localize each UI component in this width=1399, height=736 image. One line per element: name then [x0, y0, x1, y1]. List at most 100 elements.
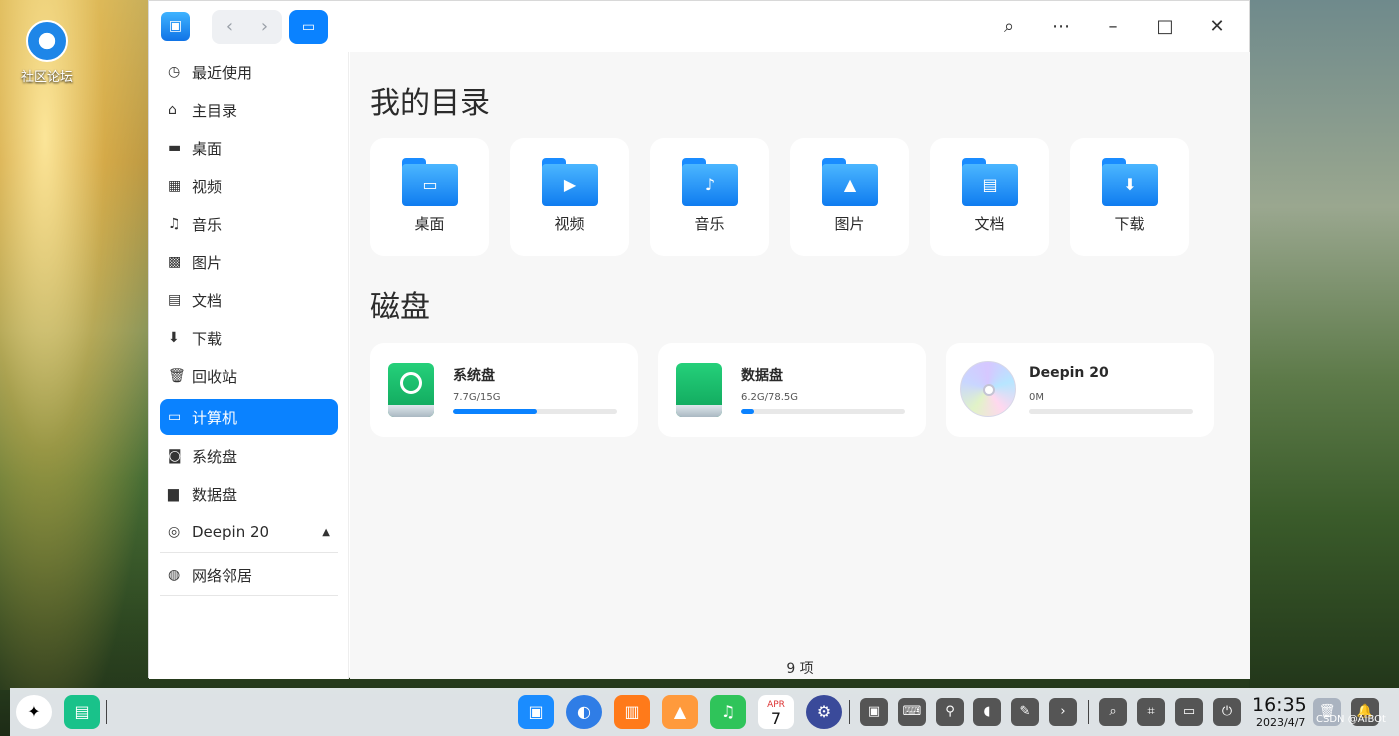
sidebar-item-label: 计算机 — [192, 408, 238, 427]
maximize-icon[interactable]: □ — [1143, 9, 1187, 45]
eject-icon[interactable]: ▲ — [322, 527, 330, 538]
image-viewer-icon[interactable]: ▲ — [662, 695, 698, 729]
file-manager-taskbar-icon[interactable]: ▣ — [518, 695, 554, 729]
sidebar-item-pictures[interactable]: ▩ 图片 — [160, 244, 338, 280]
sidebar-item-trash[interactable]: 🗑 回收站 — [160, 358, 338, 394]
music-icon: ♫ — [168, 216, 181, 232]
folder-pictures-icon: ▲ — [822, 158, 878, 206]
disk-usage-bar — [741, 409, 905, 414]
sidebar-divider — [160, 595, 338, 596]
download-icon: ⬇ — [168, 330, 180, 346]
more-menu-icon[interactable]: ⋯ — [1039, 9, 1083, 45]
document-icon: ▤ — [168, 292, 182, 308]
dir-card-documents[interactable]: ▤ 文档 — [930, 138, 1049, 256]
control-center-icon[interactable]: ⚙ — [806, 695, 842, 729]
main-content: 我的目录 ▭ 桌面 ▶ 视频 ♪ 音乐 ▲ 图片 ▤ 文档 ⬇ 下载 磁盘 系统… — [350, 52, 1250, 679]
expand-tray-icon[interactable]: › — [1049, 698, 1077, 726]
dir-label: 音乐 — [694, 215, 725, 233]
clock-date[interactable]: 2023/4/7 — [1256, 716, 1305, 729]
dir-label: 视频 — [554, 215, 585, 233]
sidebar-item-deepin20[interactable]: ◎ Deepin 20 ▲ — [160, 514, 338, 550]
app-store-icon[interactable]: ▥ — [614, 695, 650, 729]
data-disk-icon: ▆ — [168, 486, 179, 502]
dir-card-desktop[interactable]: ▭ 桌面 — [370, 138, 489, 256]
close-icon[interactable]: ✕ — [1195, 9, 1239, 45]
desktop-icon: ▬ — [168, 140, 182, 156]
sidebar-item-recent[interactable]: ◷ 最近使用 — [160, 54, 338, 90]
sidebar-item-label: 网络邻居 — [192, 566, 253, 585]
folder-video-icon: ▶ — [542, 158, 598, 206]
nav-group: ‹ › — [212, 10, 282, 44]
minimize-icon[interactable]: – — [1091, 9, 1135, 45]
screenshot-tray-icon[interactable]: ▣ — [860, 698, 888, 726]
folder-downloads-icon: ⬇ — [1102, 158, 1158, 206]
sidebar-item-network[interactable]: ◍ 网络邻居 — [160, 557, 338, 593]
disk-usage: 7.7G/15G — [453, 392, 501, 403]
search-icon[interactable]: ⌕ — [1099, 698, 1127, 726]
onscreen-keyboard-icon[interactable]: ▭ — [1175, 698, 1203, 726]
dir-card-pictures[interactable]: ▲ 图片 — [790, 138, 909, 256]
crop-icon[interactable]: ⌗ — [1137, 698, 1165, 726]
status-item-count: 9 项 — [786, 661, 814, 677]
disk-card-data[interactable]: 数据盘 6.2G/78.5G — [658, 343, 926, 437]
sidebar-item-label: 文档 — [192, 291, 223, 310]
sidebar-item-label: 数据盘 — [192, 485, 238, 504]
launcher-icon[interactable]: ✦ — [16, 695, 52, 729]
sidebar-item-video[interactable]: ▦ 视频 — [160, 168, 338, 204]
usb-icon[interactable]: ⚲ — [936, 698, 964, 726]
volume-icon[interactable]: ◖ — [973, 698, 1001, 726]
titlebar: ▣ ‹ › ▭ ⌕ ⋯ – □ ✕ — [149, 1, 1249, 52]
clock-time[interactable]: 16:35 — [1252, 694, 1307, 716]
file-manager-window: ▣ ‹ › ▭ ⌕ ⋯ – □ ✕ ◷ 最近使用 ⌂ 主目录 ▬ 桌面 ▦ 视频 ♫ 音乐… — [148, 0, 1250, 679]
taskbar-divider — [106, 700, 107, 724]
data-disk-icon — [676, 363, 722, 417]
sidebar-item-home[interactable]: ⌂ 主目录 — [160, 92, 338, 128]
disk-name: Deepin 20 — [1029, 365, 1109, 381]
taskbar-divider — [1088, 700, 1089, 724]
disk-usage-bar — [1029, 409, 1193, 414]
dir-label: 文档 — [974, 215, 1005, 233]
disk-card-system[interactable]: 系统盘 7.7G/15G — [370, 343, 638, 437]
forward-button[interactable]: › — [247, 10, 282, 44]
sidebar-item-label: 主目录 — [192, 101, 238, 120]
search-icon[interactable]: ⌕ — [987, 9, 1031, 45]
dir-card-music[interactable]: ♪ 音乐 — [650, 138, 769, 256]
back-button[interactable]: ‹ — [212, 10, 247, 44]
sidebar-item-label: 视频 — [192, 177, 223, 196]
watermark-text: CSDN @AIBOt — [1316, 714, 1386, 725]
sidebar-item-documents[interactable]: ▤ 文档 — [160, 282, 338, 318]
folder-desktop-icon: ▭ — [402, 158, 458, 206]
taskbar-divider — [849, 700, 850, 724]
network-icon: ◍ — [168, 567, 181, 583]
music-player-icon[interactable]: ♫ — [710, 695, 746, 729]
power-icon[interactable]: ⏻ — [1213, 698, 1241, 726]
sidebar-item-label: 音乐 — [192, 215, 223, 234]
sidebar-item-label: 最近使用 — [192, 63, 253, 82]
desktop-icon-forum[interactable]: 社区论坛 — [14, 20, 80, 85]
disk-card-deepin20[interactable]: Deepin 20 0M — [946, 343, 1214, 437]
sidebar-item-music[interactable]: ♫ 音乐 — [160, 206, 338, 242]
disk-name: 系统盘 — [453, 368, 495, 384]
folder-documents-icon: ▤ — [962, 158, 1018, 206]
multitask-view-icon[interactable]: ▤ — [64, 695, 100, 729]
clock-icon: ◷ — [168, 64, 181, 80]
sidebar-item-downloads[interactable]: ⬇ 下载 — [160, 320, 338, 356]
wallpaper-left — [0, 0, 150, 690]
computer-view-button[interactable]: ▭ — [289, 10, 328, 44]
dir-card-downloads[interactable]: ⬇ 下载 — [1070, 138, 1189, 256]
disk-usage: 0M — [1029, 392, 1044, 403]
keyboard-icon[interactable]: ⌨ — [898, 698, 926, 726]
trash-icon: 🗑 — [168, 368, 186, 384]
calendar-icon[interactable]: APR 7 — [758, 695, 794, 729]
sidebar-item-desktop[interactable]: ▬ 桌面 — [160, 130, 338, 166]
dir-card-video[interactable]: ▶ 视频 — [510, 138, 629, 256]
sidebar-item-data-disk[interactable]: ▆ 数据盘 — [160, 476, 338, 512]
browser-icon[interactable]: ◐ — [566, 695, 602, 729]
taskbar: ✦ ▤ ▣ ◐ ▥ ▲ ♫ APR 7 ⚙ ▣ ⌨ ⚲ ◖ ✎ › ⌕ ⌗ ▭ … — [10, 688, 1399, 736]
sidebar-divider — [160, 552, 338, 553]
home-icon: ⌂ — [168, 102, 177, 118]
my-directories-title: 我的目录 — [370, 86, 490, 121]
sidebar-item-system-disk[interactable]: ◙ 系统盘 — [160, 438, 338, 474]
sidebar-item-computer[interactable]: ▭ 计算机 — [160, 399, 338, 435]
pen-icon[interactable]: ✎ — [1011, 698, 1039, 726]
